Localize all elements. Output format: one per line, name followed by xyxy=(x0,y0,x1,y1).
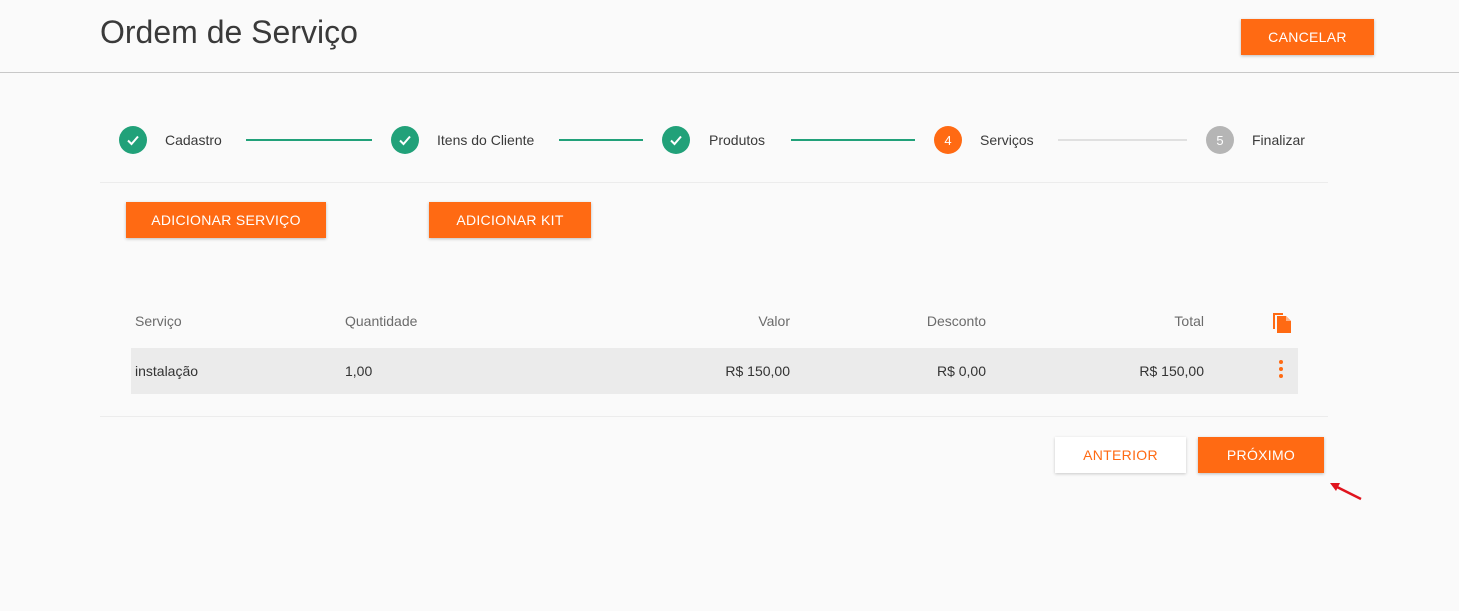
step-4-label: Serviços xyxy=(980,132,1034,148)
cell-servico: instalação xyxy=(135,363,199,379)
step-connector xyxy=(1058,139,1187,141)
step-4-number: 4 xyxy=(934,126,962,154)
column-header-servico: Serviço xyxy=(135,313,182,329)
step-1-check-icon xyxy=(119,126,147,154)
step-1-label: Cadastro xyxy=(165,132,222,148)
step-connector xyxy=(791,139,915,141)
page-header: Ordem de Serviço CANCELAR xyxy=(0,0,1459,73)
step-5-label: Finalizar xyxy=(1252,132,1305,148)
step-connector xyxy=(559,139,643,141)
cancel-button[interactable]: CANCELAR xyxy=(1241,19,1374,55)
step-3-label: Produtos xyxy=(709,132,766,148)
cell-quantidade: 1,00 xyxy=(345,363,373,379)
step-3-check-icon xyxy=(662,126,690,154)
divider xyxy=(100,416,1328,417)
stepper: Cadastro Itens do Cliente Produtos 4 Ser… xyxy=(100,100,1328,183)
cell-total: R$ 150,00 xyxy=(1139,363,1204,379)
page-title: Ordem de Serviço xyxy=(100,14,358,50)
more-vert-icon[interactable] xyxy=(1276,359,1286,379)
step-5-number: 5 xyxy=(1206,126,1234,154)
previous-button[interactable]: ANTERIOR xyxy=(1055,437,1186,473)
step-2-check-icon xyxy=(391,126,419,154)
column-header-valor: Valor xyxy=(758,313,790,329)
column-header-quantidade: Quantidade xyxy=(345,313,418,329)
cell-valor: R$ 150,00 xyxy=(725,363,790,379)
column-header-total: Total xyxy=(1174,313,1204,329)
add-kit-button[interactable]: ADICIONAR KIT xyxy=(429,202,591,238)
column-header-desconto: Desconto xyxy=(926,313,986,329)
add-service-button[interactable]: ADICIONAR SERVIÇO xyxy=(126,202,326,238)
annotation-arrow-icon xyxy=(1330,483,1362,501)
next-button[interactable]: PRÓXIMO xyxy=(1198,437,1324,473)
step-connector xyxy=(246,139,372,141)
cell-desconto: R$ 0,00 xyxy=(936,363,986,379)
copy-icon[interactable] xyxy=(1271,310,1293,334)
step-2-label: Itens do Cliente xyxy=(437,132,535,148)
